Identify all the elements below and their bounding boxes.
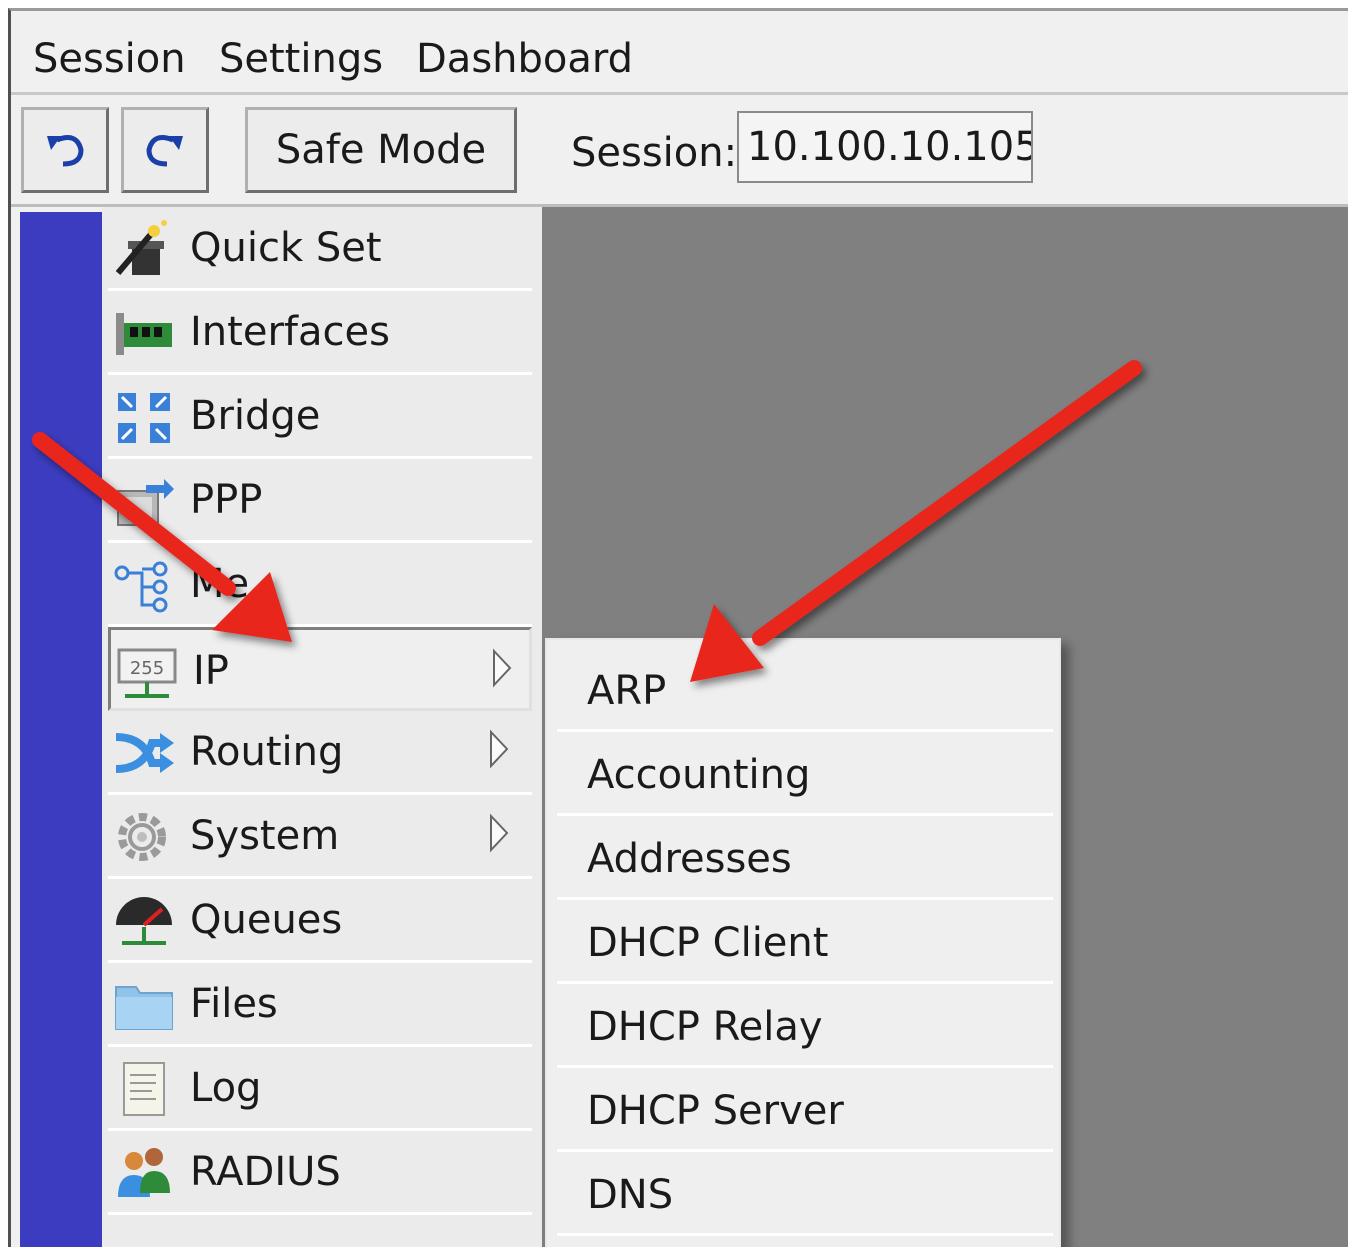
submenu-item-dhcp-relay[interactable]: DHCP Relay — [557, 984, 1053, 1068]
safe-mode-button[interactable]: Safe Mode — [245, 107, 517, 193]
toolbar: Safe Mode Session: 10.100.10.105 — [11, 95, 1348, 207]
nav-item-system[interactable]: System — [108, 795, 532, 879]
nav-item-label: IP — [193, 648, 229, 694]
submenu-item-label: DHCP Server — [587, 1088, 844, 1134]
submenu-arrow-icon — [493, 648, 512, 688]
safe-mode-label: Safe Mode — [275, 127, 487, 173]
nav-item-label: Files — [190, 981, 278, 1027]
nav-item-label: Queues — [190, 897, 343, 943]
undo-icon — [47, 135, 84, 167]
submenu-item-label: DHCP Client — [587, 920, 829, 966]
session-address-field[interactable]: 10.100.10.105 — [737, 111, 1033, 183]
main-nav-menu: Quick Set Interfaces Bridge PPP Me 255 I… — [102, 207, 542, 1247]
submenu-item-dhcp-client[interactable]: DHCP Client — [557, 900, 1053, 984]
nav-item-label: Me — [190, 561, 250, 607]
nav-item-label: PPP — [190, 477, 263, 523]
submenu-item-accounting[interactable]: Accounting — [557, 732, 1053, 816]
ip-submenu: ARP Accounting Addresses DHCP Client DHC… — [545, 638, 1061, 1247]
undo-button[interactable] — [21, 107, 109, 193]
nav-item-label: Bridge — [190, 393, 321, 439]
submenu-arrow-icon — [490, 813, 509, 853]
gear-icon — [118, 813, 166, 861]
nav-item-quick-set[interactable]: Quick Set — [108, 207, 532, 291]
menu-dashboard[interactable]: Dashboard — [416, 31, 633, 87]
users-icon — [118, 1148, 170, 1197]
nav-item-mesh[interactable]: Me — [108, 543, 532, 627]
submenu-item-label: Accounting — [587, 752, 811, 798]
nav-item-label: System — [190, 813, 340, 859]
nav-item-radius[interactable]: RADIUS — [108, 1131, 532, 1215]
submenu-item-label: DHCP Relay — [587, 1004, 823, 1050]
ppp-icon — [117, 479, 174, 526]
log-icon — [123, 1062, 165, 1116]
menu-session[interactable]: Session — [33, 31, 186, 87]
menu-settings[interactable]: Settings — [219, 31, 383, 87]
nav-item-label: Quick Set — [190, 225, 382, 271]
nav-item-ppp[interactable]: PPP — [108, 459, 532, 543]
session-label: Session: — [571, 130, 738, 176]
nav-item-interfaces[interactable]: Interfaces — [108, 291, 532, 375]
gauge-icon — [116, 897, 172, 945]
nav-item-ip[interactable]: 255 IP — [108, 627, 532, 711]
routing-icon — [115, 733, 174, 773]
submenu-item-label: Addresses — [587, 836, 792, 882]
winbox-app: Session Settings Dashboard Safe Mode Ses… — [0, 0, 1348, 1247]
nav-item-bridge[interactable]: Bridge — [108, 375, 532, 459]
nav-item-files[interactable]: Files — [108, 963, 532, 1047]
network-card-icon — [116, 313, 172, 355]
nav-item-log[interactable]: Log — [108, 1047, 532, 1131]
nav-item-queues[interactable]: Queues — [108, 879, 532, 963]
nav-item-label: Log — [190, 1065, 262, 1111]
svg-text:255: 255 — [130, 658, 164, 679]
bridge-icon — [118, 393, 170, 443]
submenu-item-label: DNS — [587, 1172, 674, 1218]
folder-icon — [115, 986, 173, 1030]
nav-item-label: Interfaces — [190, 309, 390, 355]
submenu-item-dhcp-server[interactable]: DHCP Server — [557, 1068, 1053, 1152]
nav-item-label: Routing — [190, 729, 344, 775]
wand-icon — [115, 220, 167, 275]
ip-icon: 255 — [117, 648, 177, 698]
submenu-arrow-icon — [490, 729, 509, 769]
redo-button[interactable] — [121, 107, 209, 193]
submenu-item-dns[interactable]: DNS — [557, 1152, 1053, 1236]
winbox-side-stripe — [20, 212, 102, 1247]
mesh-icon — [114, 561, 168, 613]
nav-item-routing[interactable]: Routing — [108, 711, 532, 795]
redo-icon — [146, 135, 183, 167]
winbox-window: Session Settings Dashboard Safe Mode Ses… — [8, 8, 1348, 1247]
submenu-item-label: ARP — [587, 668, 667, 714]
menu-bar: Session Settings Dashboard — [11, 11, 1348, 95]
submenu-item-addresses[interactable]: Addresses — [557, 816, 1053, 900]
submenu-item-arp[interactable]: ARP — [557, 648, 1053, 732]
nav-item-label: RADIUS — [190, 1149, 341, 1195]
